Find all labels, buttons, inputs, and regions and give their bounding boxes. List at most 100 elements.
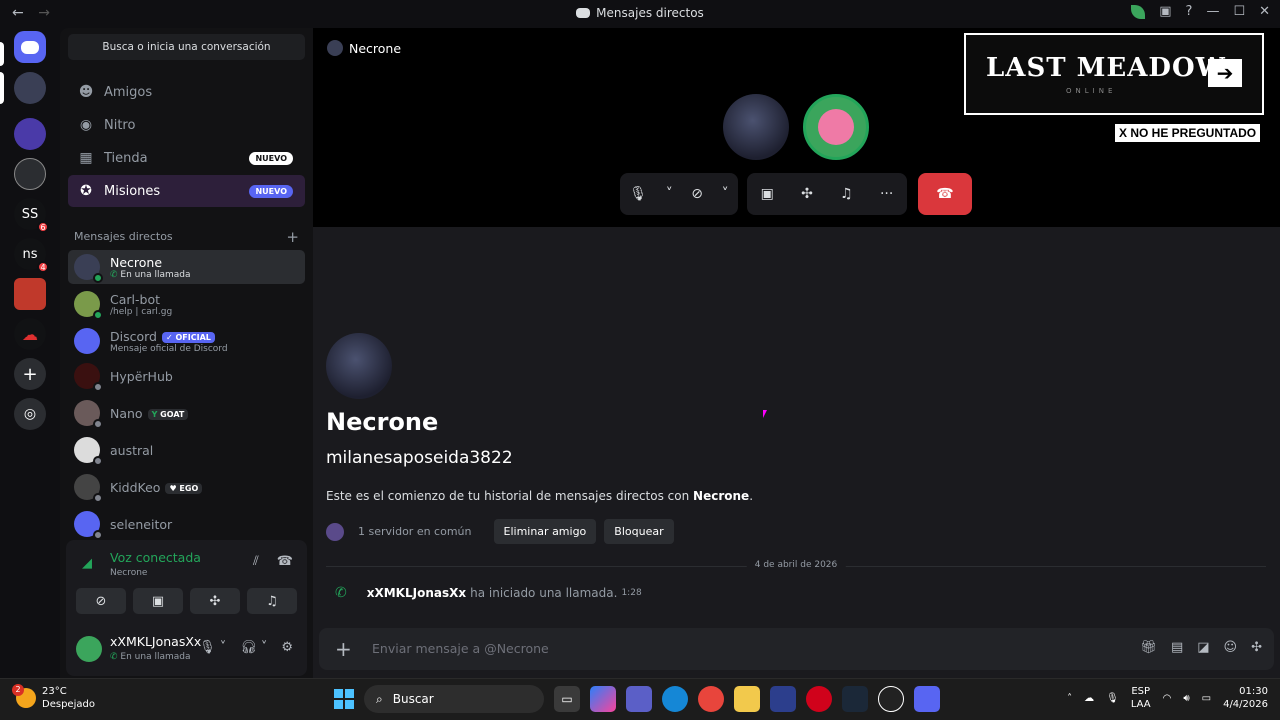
- steam-icon[interactable]: [842, 686, 868, 712]
- server-avatar[interactable]: [326, 522, 344, 541]
- dm-item-carl-bot[interactable]: Carl-bot/help | carl.gg: [68, 287, 305, 321]
- discord-taskbar-icon[interactable]: [914, 686, 940, 712]
- copilot-icon[interactable]: [590, 686, 616, 712]
- wifi-icon[interactable]: ◠: [1163, 693, 1172, 704]
- block-button[interactable]: Bloquear: [604, 519, 674, 544]
- sticker-icon[interactable]: ◪: [1197, 640, 1209, 655]
- inbox-icon[interactable]: ▣: [1159, 4, 1171, 19]
- status-icon: [93, 310, 103, 320]
- leaf-icon[interactable]: [1131, 4, 1146, 19]
- file-explorer-icon[interactable]: [734, 686, 760, 712]
- taskbar-search[interactable]: ⌕ Buscar: [364, 685, 544, 713]
- camera-off-icon[interactable]: ⊘: [691, 186, 703, 202]
- message-input[interactable]: Enviar mensaje a @Necrone: [372, 641, 549, 656]
- hang-up-button[interactable]: ☎: [918, 173, 972, 215]
- voice-indicator: [0, 72, 4, 104]
- weather-text: Despejado: [42, 699, 95, 710]
- camera-off-button[interactable]: ⊘: [76, 588, 126, 614]
- search-conversation-button[interactable]: Busca o inicia una conversación: [68, 34, 305, 60]
- nav-nitro[interactable]: ◉ Nitro: [68, 109, 305, 141]
- nav-quests[interactable]: ✪ Misiones NUEVO: [68, 175, 305, 207]
- screen-share-icon[interactable]: ▣: [761, 186, 774, 202]
- activities-icon: ✣: [209, 593, 221, 609]
- screen-share-button[interactable]: ▣: [133, 588, 183, 614]
- user-avatar[interactable]: [76, 636, 102, 662]
- chrome-icon[interactable]: [698, 686, 724, 712]
- dm-item-seleneitor[interactable]: seleneitor: [68, 507, 305, 541]
- microphone-icon[interactable]: 🎙︎: [629, 186, 647, 202]
- task-view-icon[interactable]: ▭: [554, 686, 580, 712]
- profile-avatar[interactable]: [326, 333, 392, 399]
- dm-necrone[interactable]: [14, 72, 46, 104]
- opera-icon[interactable]: [806, 686, 832, 712]
- soundboard-icon[interactable]: ♫: [840, 186, 853, 202]
- remove-friend-button[interactable]: Eliminar amigo: [493, 519, 597, 544]
- arrow-right-icon[interactable]: ➔: [1208, 59, 1242, 87]
- onedrive-icon[interactable]: ☁: [1084, 693, 1094, 704]
- participant-avatar-necrone[interactable]: [723, 94, 789, 160]
- soundboard-button[interactable]: ♫: [247, 588, 297, 614]
- dm-name: Carl-bot: [110, 291, 160, 307]
- user-name[interactable]: xXMKLJonasXx: [110, 634, 201, 649]
- status-icon: [93, 273, 103, 283]
- obs-icon[interactable]: [878, 686, 904, 712]
- edge-icon[interactable]: [662, 686, 688, 712]
- microphone-icon[interactable]: 🎙︎: [1106, 693, 1119, 704]
- app-icon[interactable]: [770, 686, 796, 712]
- participant-avatar-self[interactable]: [803, 94, 869, 160]
- language-indicator[interactable]: ESP LAA: [1131, 685, 1151, 711]
- start-button[interactable]: [334, 689, 354, 709]
- dm-item-nano[interactable]: Nano Y GOAT: [68, 396, 305, 430]
- dm-item-necrone[interactable]: Necrone ✆ En una llamada: [68, 250, 305, 284]
- battery-icon[interactable]: ▭: [1202, 693, 1211, 704]
- server-ns[interactable]: ns 4: [14, 238, 49, 273]
- gif-icon[interactable]: ▤: [1171, 640, 1183, 655]
- add-server-button[interactable]: +: [14, 358, 46, 390]
- home-button[interactable]: [14, 31, 46, 63]
- nav-friends[interactable]: ☻ Amigos: [68, 76, 305, 108]
- activities-button[interactable]: ✣: [190, 588, 240, 614]
- caller-name[interactable]: xXMKLJonasXx: [367, 586, 466, 600]
- apps-icon[interactable]: ✣: [1251, 640, 1262, 655]
- chevron-up-icon[interactable]: ˄: [1067, 693, 1072, 704]
- dm-item-kiddkeo[interactable]: KiddKeo ♥ EGO: [68, 470, 305, 504]
- dm-item-austral[interactable]: austral: [68, 433, 305, 467]
- server-4[interactable]: ☁: [14, 318, 46, 350]
- maximize-button[interactable]: ☐: [1233, 4, 1245, 19]
- voice-channel[interactable]: Necrone: [110, 568, 147, 578]
- gift-icon[interactable]: 🎁︎: [1140, 640, 1157, 655]
- volume-icon[interactable]: 🔊︎: [1183, 693, 1189, 704]
- help-icon[interactable]: ?: [1186, 4, 1193, 19]
- explore-icon[interactable]: ◎: [14, 398, 46, 430]
- noise-suppression-icon[interactable]: ⫽: [253, 554, 259, 569]
- chevron-down-icon[interactable]: ˅: [666, 186, 673, 202]
- close-button[interactable]: ✕: [1259, 4, 1270, 19]
- dm-item-hyperhub[interactable]: HypërHub: [68, 359, 305, 393]
- chevron-down-icon[interactable]: ˅: [722, 186, 729, 202]
- headphones-icon[interactable]: 🎧︎ ˅: [240, 640, 267, 655]
- emoji-icon[interactable]: ☺: [1224, 640, 1238, 655]
- clock[interactable]: 01:30 4/4/2026: [1223, 685, 1268, 711]
- voice-status[interactable]: Voz conectada: [110, 550, 201, 565]
- overlay-banner[interactable]: LAST MEADOW ONLINE ➔: [964, 33, 1264, 115]
- server-ss[interactable]: SS 6: [14, 198, 49, 233]
- signal-icon[interactable]: ◢: [82, 556, 92, 571]
- weather-widget[interactable]: 2 23°C Despejado: [12, 684, 95, 711]
- microphone-icon[interactable]: 🎙︎ ˅: [199, 640, 226, 655]
- minimize-button[interactable]: —: [1206, 4, 1219, 19]
- dm-item-discord[interactable]: Discord ✓ OFICIAL Mensaje oficial de Disco…: [68, 324, 305, 358]
- server-3[interactable]: [14, 278, 46, 310]
- message-composer[interactable]: + Enviar mensaje a @Necrone 🎁︎ ▤ ◪ ☺ ✣: [319, 628, 1274, 670]
- mutual-servers[interactable]: 1 servidor en común: [358, 525, 472, 538]
- server-1[interactable]: [14, 118, 46, 150]
- disconnect-icon[interactable]: ☎: [277, 554, 293, 569]
- more-icon[interactable]: ···: [880, 186, 893, 202]
- attach-icon[interactable]: +: [335, 637, 352, 661]
- dm-name: Discord ✓ OFICIAL: [110, 329, 228, 344]
- nav-store[interactable]: ▦ Tienda NUEVO: [68, 142, 305, 174]
- teams-icon[interactable]: [626, 686, 652, 712]
- activities-icon[interactable]: ✣: [801, 186, 813, 202]
- create-dm-button[interactable]: +: [286, 228, 299, 246]
- settings-icon[interactable]: ⚙: [281, 640, 293, 655]
- server-2[interactable]: [14, 158, 46, 190]
